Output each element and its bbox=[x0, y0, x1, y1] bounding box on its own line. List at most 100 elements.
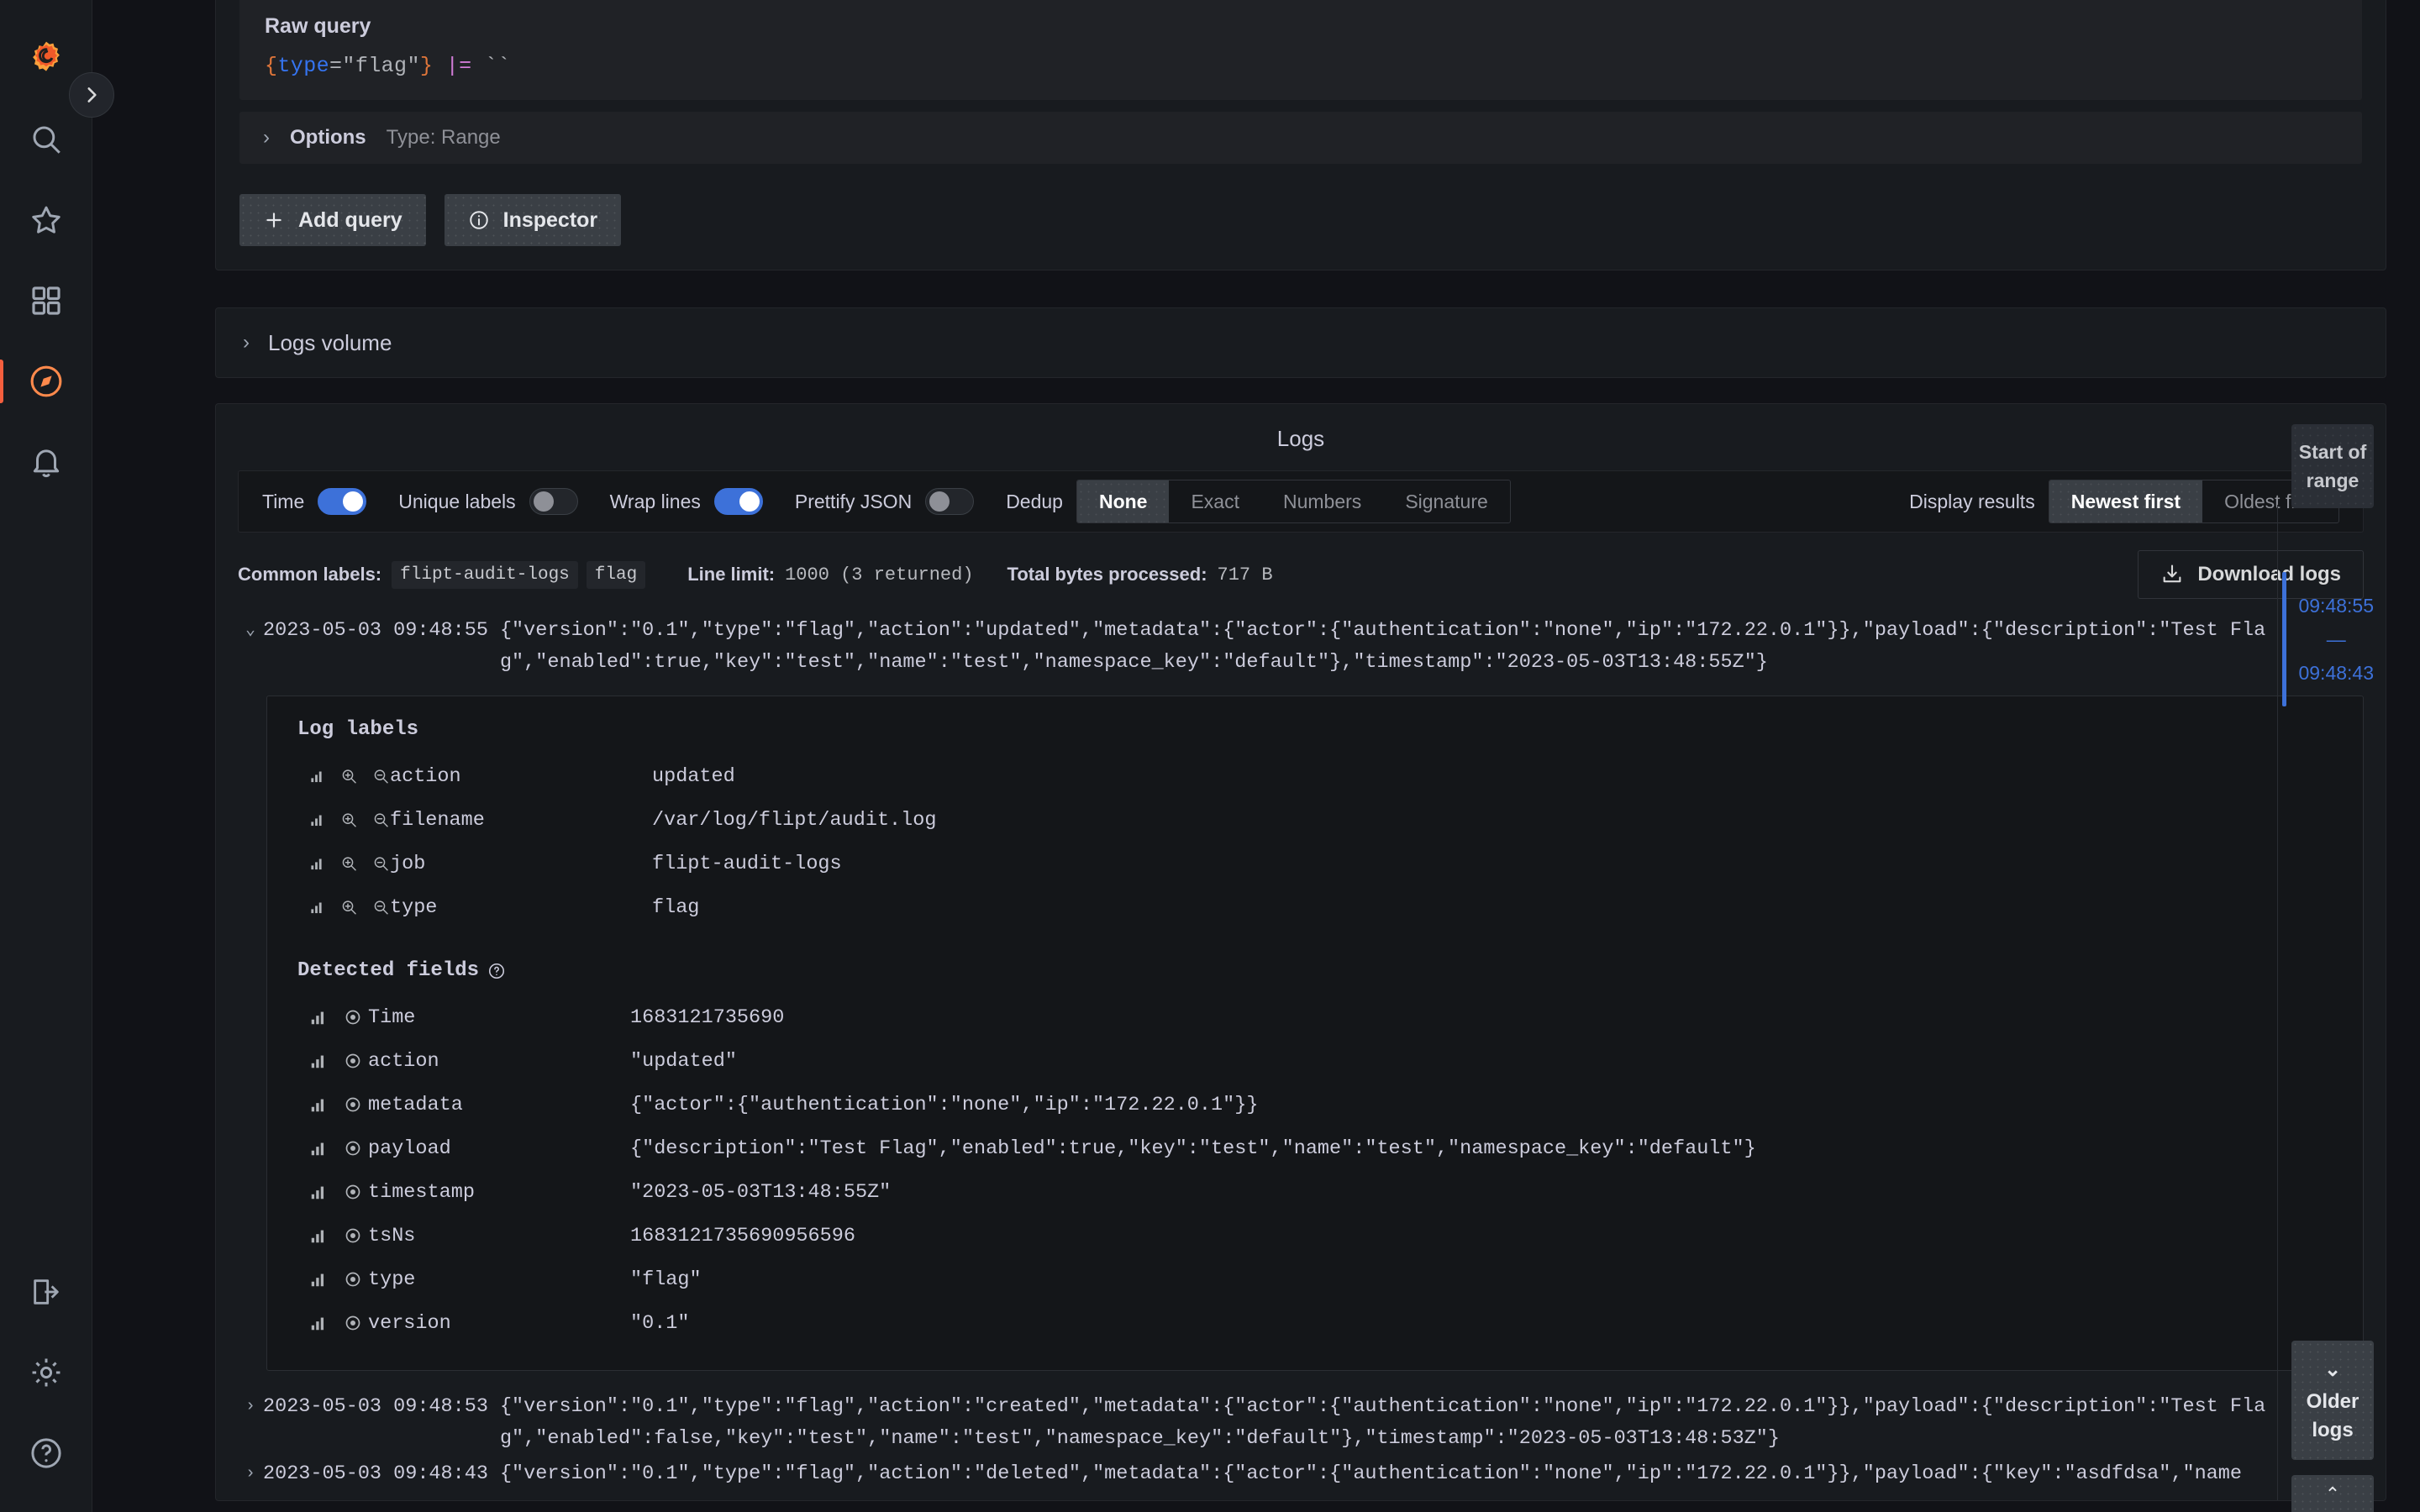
toggle-time[interactable]: Time bbox=[262, 488, 367, 515]
options-label: Options bbox=[290, 126, 366, 149]
toggle-wrap-lines[interactable]: Wrap lines bbox=[610, 488, 763, 515]
logs-meta-bar: Common labels: flipt-audit-logs flag Lin… bbox=[238, 550, 2364, 599]
log-label-row: action updated bbox=[297, 754, 2333, 798]
filter-include-icon[interactable] bbox=[340, 810, 358, 830]
add-query-button[interactable]: Add query bbox=[239, 194, 426, 246]
older-logs-button[interactable]: ⌄ Older logs bbox=[2291, 1341, 2374, 1460]
toggle-prettify-json-switch[interactable] bbox=[925, 488, 975, 515]
dedup-option-none[interactable]: None bbox=[1076, 480, 1170, 522]
log-rows-container: ⌄ 2023-05-03 09:48:55 {"version":"0.1","… bbox=[238, 613, 2364, 1492]
help-icon[interactable] bbox=[0, 1413, 92, 1494]
log-row[interactable]: › 2023-05-03 09:48:53 {"version":"0.1","… bbox=[238, 1389, 2364, 1457]
dedup-control: Dedup None Exact Numbers Signature bbox=[1006, 480, 1511, 523]
log-labels-title: Log labels bbox=[297, 718, 2333, 741]
expand-sidebar-button[interactable] bbox=[69, 72, 114, 118]
log-label-key: job bbox=[390, 852, 426, 875]
eye-icon[interactable] bbox=[343, 1138, 363, 1158]
log-label-value: /var/log/flipt/audit.log bbox=[652, 808, 937, 832]
stats-bar-icon[interactable] bbox=[309, 1226, 328, 1245]
stats-bar-icon[interactable] bbox=[309, 1270, 328, 1289]
log-label-actions bbox=[297, 810, 390, 830]
log-label-row: filename /var/log/flipt/audit.log bbox=[297, 798, 2333, 842]
start-of-range-badge: Start of range bbox=[2291, 424, 2374, 508]
explore-main-content: Raw query {type="flag"} |= `` › Options … bbox=[92, 0, 2420, 1512]
info-circle-icon bbox=[469, 211, 488, 229]
query-options-row[interactable]: › Options Type: Range bbox=[239, 112, 2362, 164]
log-label-actions bbox=[297, 897, 390, 917]
time-range-times: 09:48:55 — 09:48:43 bbox=[2298, 589, 2374, 690]
eye-icon[interactable] bbox=[343, 1051, 363, 1071]
log-timestamp: 2023-05-03 09:48:43 bbox=[263, 1462, 488, 1485]
stats-bar-icon[interactable] bbox=[309, 1008, 328, 1026]
display-results-control: Display results Newest first Oldest firs… bbox=[1909, 480, 2339, 523]
help-circle-icon[interactable] bbox=[487, 962, 506, 980]
bytes-processed-value: 717 B bbox=[1217, 564, 1273, 585]
detected-field-key: Time bbox=[368, 1005, 416, 1029]
display-results-label: Display results bbox=[1909, 490, 2035, 512]
line-limit-value: 1000 (3 returned) bbox=[785, 564, 974, 585]
query-actions-row: Add query Inspector bbox=[239, 194, 2386, 246]
filter-exclude-icon[interactable] bbox=[372, 810, 390, 830]
toggle-prettify-json[interactable]: Prettify JSON bbox=[795, 488, 975, 515]
gear-icon[interactable] bbox=[0, 1332, 92, 1413]
log-label-value: updated bbox=[652, 764, 735, 788]
detected-field-value: 1683121735690 bbox=[630, 1005, 785, 1029]
stats-bar-icon[interactable] bbox=[309, 767, 325, 785]
stats-bar-icon[interactable] bbox=[309, 1139, 328, 1158]
eye-icon[interactable] bbox=[343, 1226, 363, 1246]
eye-icon[interactable] bbox=[343, 1007, 363, 1027]
toggle-wrap-lines-label: Wrap lines bbox=[609, 490, 701, 512]
toggle-unique-labels[interactable]: Unique labels bbox=[398, 488, 578, 515]
range-dash: — bbox=[2326, 628, 2346, 650]
alerting-bell-icon[interactable] bbox=[0, 422, 92, 502]
filter-exclude-icon[interactable] bbox=[372, 853, 390, 874]
common-label-chip[interactable]: flag bbox=[586, 560, 646, 589]
eye-icon[interactable] bbox=[343, 1313, 363, 1333]
toggle-time-switch[interactable] bbox=[318, 488, 367, 515]
eye-icon[interactable] bbox=[343, 1095, 363, 1115]
stats-bar-icon[interactable] bbox=[309, 854, 325, 873]
dedup-option-exact[interactable]: Exact bbox=[1169, 480, 1261, 522]
stats-bar-icon[interactable] bbox=[309, 811, 325, 829]
eye-icon[interactable] bbox=[343, 1182, 363, 1202]
eye-icon[interactable] bbox=[343, 1269, 363, 1289]
raw-query-open-brace: { bbox=[265, 54, 278, 78]
toggle-unique-labels-switch[interactable] bbox=[529, 488, 578, 515]
toggle-unique-labels-label: Unique labels bbox=[398, 490, 516, 512]
log-row[interactable]: › 2023-05-03 09:48:43 {"version":"0.1","… bbox=[238, 1457, 2364, 1492]
chevron-down-icon[interactable]: ⌄ bbox=[238, 615, 263, 647]
filter-include-icon[interactable] bbox=[340, 766, 358, 786]
raw-query-code[interactable]: {type="flag"} |= `` bbox=[265, 54, 2337, 78]
stats-bar-icon[interactable] bbox=[309, 1314, 328, 1332]
starred-icon[interactable] bbox=[0, 180, 92, 260]
detected-fields-title-text: Detected fields bbox=[297, 959, 480, 982]
chevron-right-icon[interactable]: › bbox=[238, 1458, 263, 1490]
newer-logs-button[interactable]: ⌃ bbox=[2291, 1475, 2374, 1512]
chevron-right-icon[interactable]: › bbox=[238, 1391, 263, 1423]
common-label-chip[interactable]: flipt-audit-logs bbox=[392, 560, 578, 589]
stats-bar-icon[interactable] bbox=[309, 898, 325, 916]
log-row[interactable]: ⌄ 2023-05-03 09:48:55 {"version":"0.1","… bbox=[238, 613, 2364, 680]
filter-exclude-icon[interactable] bbox=[372, 897, 390, 917]
toggle-wrap-lines-switch[interactable] bbox=[713, 488, 763, 515]
stats-bar-icon[interactable] bbox=[309, 1183, 328, 1201]
inspector-button[interactable]: Inspector bbox=[444, 194, 622, 246]
dedup-option-signature[interactable]: Signature bbox=[1383, 480, 1509, 522]
stats-bar-icon[interactable] bbox=[309, 1095, 328, 1114]
display-results-newest-first[interactable]: Newest first bbox=[2049, 480, 2203, 522]
filter-include-icon[interactable] bbox=[340, 897, 358, 917]
stats-bar-icon[interactable] bbox=[309, 1052, 328, 1070]
log-label-actions bbox=[297, 766, 390, 786]
dashboards-icon[interactable] bbox=[0, 260, 92, 341]
raw-query-operator: |= bbox=[445, 54, 472, 78]
filter-include-icon[interactable] bbox=[340, 853, 358, 874]
filter-exclude-icon[interactable] bbox=[372, 766, 390, 786]
sidebar-item-explore[interactable] bbox=[0, 341, 92, 422]
logs-gutter-divider bbox=[2277, 505, 2278, 1500]
logs-volume-panel[interactable]: › Logs volume bbox=[215, 307, 2386, 378]
detected-field-key: metadata bbox=[368, 1093, 463, 1116]
raw-query-filter: `` bbox=[484, 54, 511, 78]
detected-field-value: {"actor":{"authentication":"none","ip":"… bbox=[630, 1093, 1259, 1116]
dedup-option-numbers[interactable]: Numbers bbox=[1261, 480, 1383, 522]
sign-in-icon[interactable] bbox=[0, 1252, 92, 1332]
